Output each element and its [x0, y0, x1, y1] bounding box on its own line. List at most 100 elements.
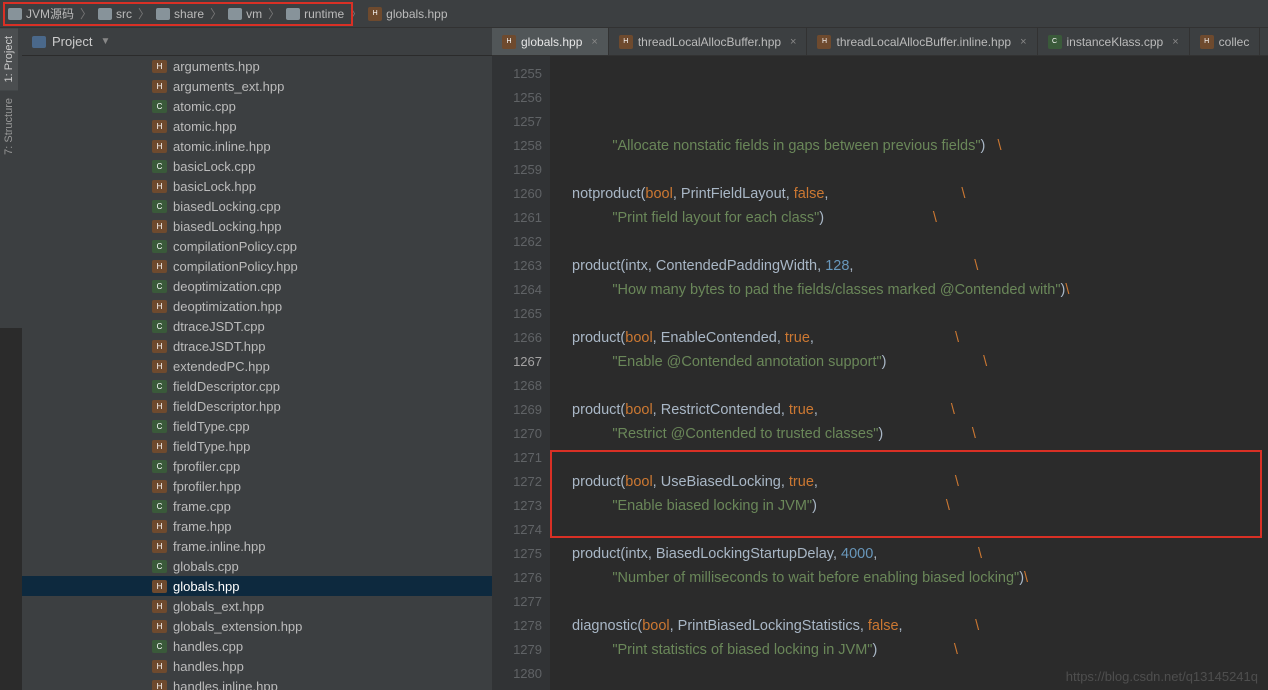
close-icon[interactable]: × — [1172, 36, 1178, 48]
code-line[interactable]: "Allocate nonstatic fields in gaps betwe… — [564, 134, 1268, 158]
code-line[interactable]: "Enable biased locking in JVM") \ — [564, 494, 1268, 518]
tree-file[interactable]: HfieldType.hpp — [22, 436, 492, 456]
code-area[interactable]: "Allocate nonstatic fields in gaps betwe… — [550, 56, 1268, 690]
tree-file[interactable]: Hhandles.inline.hpp — [22, 676, 492, 690]
code-line[interactable] — [564, 302, 1268, 326]
hpp-file-icon: H — [152, 260, 167, 273]
line-number: 1269 — [492, 398, 542, 422]
folder-icon — [98, 8, 112, 20]
hpp-file-icon: H — [152, 440, 167, 453]
tree-file[interactable]: Hglobals_extension.hpp — [22, 616, 492, 636]
line-number: 1258 — [492, 134, 542, 158]
code-line[interactable] — [564, 230, 1268, 254]
code-line[interactable]: product(bool, EnableContended, true, \ — [564, 326, 1268, 350]
editor-tab[interactable]: Hcollec — [1190, 28, 1261, 55]
tree-file[interactable]: HcompilationPolicy.hpp — [22, 256, 492, 276]
code-line[interactable] — [564, 590, 1268, 614]
tool-window-tabs: 1: Project 7: Structure — [0, 28, 22, 328]
hpp-file-icon: H — [152, 600, 167, 613]
file-name: frame.hpp — [173, 519, 232, 534]
tree-file[interactable]: Cglobals.cpp — [22, 556, 492, 576]
code-line[interactable]: "Number of milliseconds to wait before e… — [564, 566, 1268, 590]
tree-file[interactable]: Hfprofiler.hpp — [22, 476, 492, 496]
tree-file[interactable]: Harguments_ext.hpp — [22, 76, 492, 96]
tree-file[interactable]: Hatomic.inline.hpp — [22, 136, 492, 156]
line-number: 1279 — [492, 638, 542, 662]
file-name: compilationPolicy.cpp — [173, 239, 297, 254]
code-line[interactable]: notproduct(bool, PrintFieldLayout, false… — [564, 182, 1268, 206]
tree-file[interactable]: HextendedPC.hpp — [22, 356, 492, 376]
tree-file[interactable]: Cdeoptimization.cpp — [22, 276, 492, 296]
editor-tab[interactable]: HthreadLocalAllocBuffer.inline.hpp× — [807, 28, 1037, 55]
code-line[interactable]: "Enable @Contended annotation support") … — [564, 350, 1268, 374]
code-line[interactable]: product(intx, ContendedPaddingWidth, 128… — [564, 254, 1268, 278]
bc-item[interactable]: runtime — [286, 7, 344, 21]
tree-file[interactable]: CfieldType.cpp — [22, 416, 492, 436]
code-line[interactable] — [564, 374, 1268, 398]
cpp-file-icon: C — [152, 420, 167, 433]
cpp-file-icon: C — [152, 640, 167, 653]
file-name: fieldDescriptor.cpp — [173, 379, 280, 394]
tree-file[interactable]: Hframe.hpp — [22, 516, 492, 536]
tree-file[interactable]: Chandles.cpp — [22, 636, 492, 656]
file-name: dtraceJSDT.hpp — [173, 339, 266, 354]
tree-file[interactable]: CbiasedLocking.cpp — [22, 196, 492, 216]
code-line[interactable] — [564, 446, 1268, 470]
file-name: handles.hpp — [173, 659, 244, 674]
tree-file[interactable]: Hdeoptimization.hpp — [22, 296, 492, 316]
tree-file[interactable]: Hglobals_ext.hpp — [22, 596, 492, 616]
project-tree[interactable]: Harguments.hppHarguments_ext.hppCatomic.… — [22, 56, 492, 690]
editor-tab[interactable]: Hglobals.hpp× — [492, 28, 609, 55]
bc-root[interactable]: JVM源码 — [8, 5, 74, 22]
code-line[interactable]: product(bool, RestrictContended, true, \ — [564, 398, 1268, 422]
tree-file[interactable]: Hhandles.hpp — [22, 656, 492, 676]
tree-file[interactable]: HdtraceJSDT.hpp — [22, 336, 492, 356]
tree-file[interactable]: CcompilationPolicy.cpp — [22, 236, 492, 256]
close-icon[interactable]: × — [790, 36, 796, 48]
tree-file[interactable]: HbiasedLocking.hpp — [22, 216, 492, 236]
tree-file[interactable]: Hatomic.hpp — [22, 116, 492, 136]
tree-file[interactable]: CbasicLock.cpp — [22, 156, 492, 176]
code-line[interactable]: "Print statistics of biased locking in J… — [564, 638, 1268, 662]
close-icon[interactable]: × — [1020, 36, 1026, 48]
editor-tab[interactable]: CinstanceKlass.cpp× — [1038, 28, 1190, 55]
code-line[interactable]: product(bool, UseBiasedLocking, true, \ — [564, 470, 1268, 494]
structure-tool-tab[interactable]: 7: Structure — [0, 90, 18, 163]
code-line[interactable]: "Print field layout for each class") \ — [564, 206, 1268, 230]
code-line[interactable] — [564, 158, 1268, 182]
folder-icon — [228, 8, 242, 20]
hpp-file-icon: H — [152, 180, 167, 193]
code-line[interactable]: product(intx, BiasedLockingBulkRebiasThr… — [564, 686, 1268, 690]
tree-file[interactable]: Hframe.inline.hpp — [22, 536, 492, 556]
tree-file[interactable]: HfieldDescriptor.hpp — [22, 396, 492, 416]
tree-file[interactable]: CdtraceJSDT.cpp — [22, 316, 492, 336]
project-tool-tab[interactable]: 1: Project — [0, 28, 18, 90]
code-line[interactable] — [564, 518, 1268, 542]
file-name: fieldDescriptor.hpp — [173, 399, 281, 414]
code-line[interactable]: "How many bytes to pad the fields/classe… — [564, 278, 1268, 302]
editor-tab[interactable]: HthreadLocalAllocBuffer.hpp× — [609, 28, 808, 55]
file-name: arguments.hpp — [173, 59, 260, 74]
bc-item[interactable]: vm — [228, 7, 262, 21]
code-editor[interactable]: 1255125612571258125912601261126212631264… — [492, 56, 1268, 690]
tree-file[interactable]: Catomic.cpp — [22, 96, 492, 116]
bc-file[interactable]: Hglobals.hpp — [368, 7, 447, 21]
cpp-file-icon: C — [152, 460, 167, 473]
tree-file[interactable]: Cframe.cpp — [22, 496, 492, 516]
folder-icon — [286, 8, 300, 20]
tree-file[interactable]: CfieldDescriptor.cpp — [22, 376, 492, 396]
tree-file[interactable]: Hglobals.hpp — [22, 576, 492, 596]
bc-item[interactable]: share — [156, 7, 204, 21]
bc-item[interactable]: src — [98, 7, 132, 21]
close-icon[interactable]: × — [591, 36, 597, 48]
tree-file[interactable]: Cfprofiler.cpp — [22, 456, 492, 476]
code-line[interactable]: product(intx, BiasedLockingStartupDelay,… — [564, 542, 1268, 566]
tree-file[interactable]: HbasicLock.hpp — [22, 176, 492, 196]
tree-file[interactable]: Harguments.hpp — [22, 56, 492, 76]
code-line[interactable]: "Restrict @Contended to trusted classes"… — [564, 422, 1268, 446]
code-line[interactable]: diagnostic(bool, PrintBiasedLockingStati… — [564, 614, 1268, 638]
file-name: deoptimization.cpp — [173, 279, 281, 294]
line-number: 1261 — [492, 206, 542, 230]
project-view-selector[interactable]: Project ▼ — [22, 34, 120, 49]
line-number: 1262 — [492, 230, 542, 254]
